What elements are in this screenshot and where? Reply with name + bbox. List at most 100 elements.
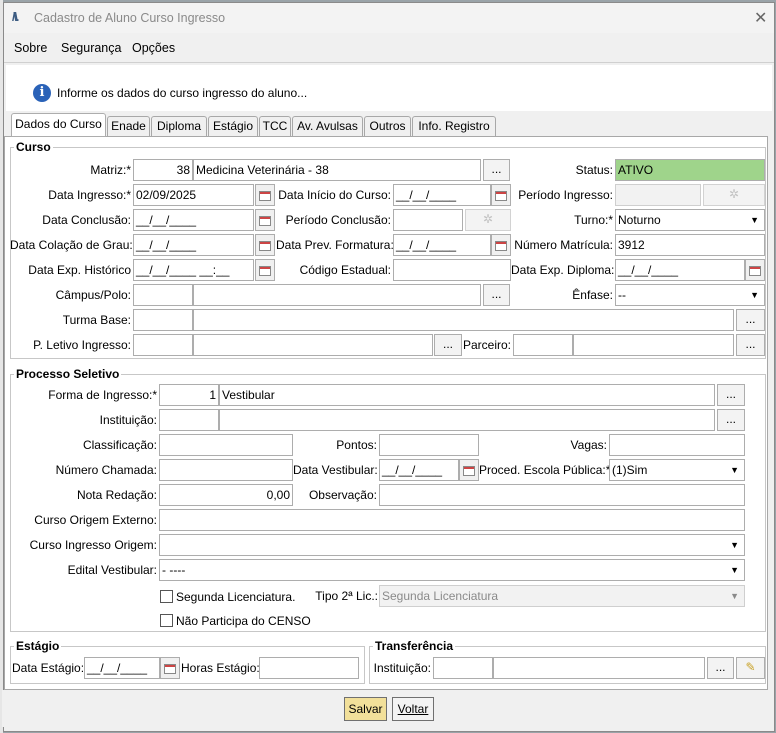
calendar-icon[interactable] xyxy=(255,184,275,206)
chevron-down-icon: ▼ xyxy=(750,215,759,225)
status-field: ATIVO xyxy=(615,159,765,181)
turma-base-label: Turma Base: xyxy=(62,313,131,327)
observacao-label: Observação: xyxy=(308,488,377,502)
parceiro-code-field[interactable] xyxy=(513,334,573,356)
campus-lookup-button[interactable]: ... xyxy=(483,284,510,306)
tab-info-registro[interactable]: Info. Registro xyxy=(412,116,496,136)
parceiro-name-field[interactable] xyxy=(573,334,734,356)
calendar-icon[interactable] xyxy=(160,657,180,679)
enfase-value: -- xyxy=(618,288,626,302)
turma-lookup-button[interactable]: ... xyxy=(736,309,765,331)
calendar-icon[interactable] xyxy=(255,259,275,281)
tipo-2-lic-value: Segunda Licenciatura xyxy=(382,589,499,603)
data-prev-field[interactable]: __/__/____ xyxy=(393,234,491,256)
instituicao-code-field[interactable] xyxy=(159,409,219,431)
curso-origem-externo-field[interactable] xyxy=(159,509,745,531)
menu-sobre[interactable]: Sobre xyxy=(14,41,47,55)
chevron-down-icon: ▼ xyxy=(730,465,739,475)
tab-av-avulsas[interactable]: Av. Avulsas xyxy=(292,116,363,136)
edital-vestibular-select[interactable]: - ---- ▼ xyxy=(159,559,745,581)
calendar-icon[interactable] xyxy=(745,259,765,281)
chevron-down-icon: ▼ xyxy=(750,290,759,300)
menu-seguranca[interactable]: Segurança xyxy=(61,41,121,55)
tab-dados-do-curso[interactable]: Dados do Curso xyxy=(11,113,106,137)
forma-code-field[interactable]: 1 xyxy=(159,384,219,406)
info-text: Informe os dados do curso ingresso do al… xyxy=(57,86,308,100)
calendar-icon[interactable] xyxy=(255,209,275,231)
data-vestibular-field[interactable]: __/__/____ xyxy=(379,459,459,481)
data-colacao-field[interactable]: __/__/____ xyxy=(133,234,254,256)
p-letivo-name-field[interactable] xyxy=(193,334,433,356)
tab-tcc[interactable]: TCC xyxy=(259,116,291,136)
data-estagio-field[interactable]: __/__/____ xyxy=(84,657,160,679)
numero-matricula-field[interactable]: 3912 xyxy=(615,234,765,256)
periodo-conclusao-gear-button: ✲ xyxy=(465,209,511,231)
data-ingresso-field[interactable]: 02/09/2025 xyxy=(133,184,254,206)
transferencia-name-field[interactable] xyxy=(493,657,705,679)
data-exp-historico-field[interactable]: __/__/____ __:__ xyxy=(133,259,254,281)
horas-estagio-field[interactable] xyxy=(259,657,359,679)
matriz-lookup-button[interactable]: ... xyxy=(483,159,510,181)
data-inicio-field[interactable]: __/__/____ xyxy=(393,184,491,206)
tab-outros[interactable]: Outros xyxy=(364,116,411,136)
nota-redacao-field[interactable]: 0,00 xyxy=(159,484,293,506)
data-exp-diploma-field[interactable]: __/__/____ xyxy=(615,259,745,281)
numero-chamada-field[interactable] xyxy=(159,459,293,481)
curso-ingresso-origem-select[interactable]: ▼ xyxy=(159,534,745,556)
proced-value: (1)Sim xyxy=(612,463,648,477)
forma-name-field[interactable]: Vestibular xyxy=(219,384,715,406)
instituicao-lookup-button[interactable]: ... xyxy=(717,409,745,431)
matriz-name-field[interactable]: Medicina Veterinária - 38 xyxy=(193,159,481,181)
pontos-label: Pontos: xyxy=(336,438,377,452)
enfase-select[interactable]: -- ▼ xyxy=(615,284,765,306)
horas-estagio-label: Horas Estágio: xyxy=(181,661,260,675)
observacao-field[interactable] xyxy=(379,484,745,506)
voltar-button[interactable]: Voltar xyxy=(392,697,434,721)
instituicao-name-field[interactable] xyxy=(219,409,715,431)
forma-lookup-button[interactable]: ... xyxy=(717,384,745,406)
curso-origem-externo-label: Curso Origem Externo: xyxy=(34,513,157,527)
proced-escola-select[interactable]: (1)Sim ▼ xyxy=(609,459,745,481)
campus-label: Câmpus/Polo: xyxy=(55,288,131,302)
transferencia-lookup-button[interactable]: ... xyxy=(707,657,734,679)
tab-enade[interactable]: Enade xyxy=(107,116,150,136)
vagas-field[interactable] xyxy=(609,434,745,456)
tab-diploma[interactable]: Diploma xyxy=(151,116,207,136)
turno-select[interactable]: Noturno ▼ xyxy=(615,209,765,231)
transferencia-edit-button[interactable]: ✎ xyxy=(736,657,765,679)
processo-legend: Processo Seletivo xyxy=(14,367,122,381)
turma-name-field[interactable] xyxy=(193,309,734,331)
chevron-down-icon: ▼ xyxy=(730,540,739,550)
calendar-icon[interactable] xyxy=(459,459,479,481)
nao-participa-censo-checkbox[interactable] xyxy=(160,614,173,627)
gear-icon: ✲ xyxy=(728,187,740,201)
tipo-2-lic-select: Segunda Licenciatura ▼ xyxy=(379,585,745,607)
pontos-field[interactable] xyxy=(379,434,479,456)
data-conclusao-field[interactable]: __/__/____ xyxy=(133,209,254,231)
segunda-licenciatura-checkbox[interactable] xyxy=(160,590,173,603)
periodo-conclusao-field[interactable] xyxy=(393,209,463,231)
chevron-down-icon: ▼ xyxy=(730,591,739,601)
close-icon[interactable]: ✕ xyxy=(754,8,767,28)
edital-value: - ---- xyxy=(162,563,186,577)
instituicao-label: Instituição: xyxy=(99,413,157,427)
p-letivo-lookup-button[interactable]: ... xyxy=(434,334,462,356)
matriz-code-field[interactable]: 38 xyxy=(133,159,193,181)
campus-name-field[interactable] xyxy=(193,284,481,306)
classificacao-field[interactable] xyxy=(159,434,293,456)
calendar-icon[interactable] xyxy=(491,184,511,206)
turma-code-field[interactable] xyxy=(133,309,193,331)
codigo-estadual-label: Código Estadual: xyxy=(299,263,391,277)
data-prev-label: Data Prev. Formatura: xyxy=(276,238,394,252)
menu-opcoes[interactable]: Opções xyxy=(132,41,175,55)
parceiro-lookup-button[interactable]: ... xyxy=(736,334,765,356)
calendar-icon[interactable] xyxy=(255,234,275,256)
salvar-button[interactable]: Salvar xyxy=(344,697,387,721)
p-letivo-code-field[interactable] xyxy=(133,334,193,356)
p-letivo-label: P. Letivo Ingresso: xyxy=(33,338,131,352)
campus-code-field[interactable] xyxy=(133,284,193,306)
codigo-estadual-field[interactable] xyxy=(393,259,511,281)
tab-estagio[interactable]: Estágio xyxy=(208,116,258,136)
transferencia-code-field[interactable] xyxy=(433,657,493,679)
calendar-icon[interactable] xyxy=(491,234,511,256)
